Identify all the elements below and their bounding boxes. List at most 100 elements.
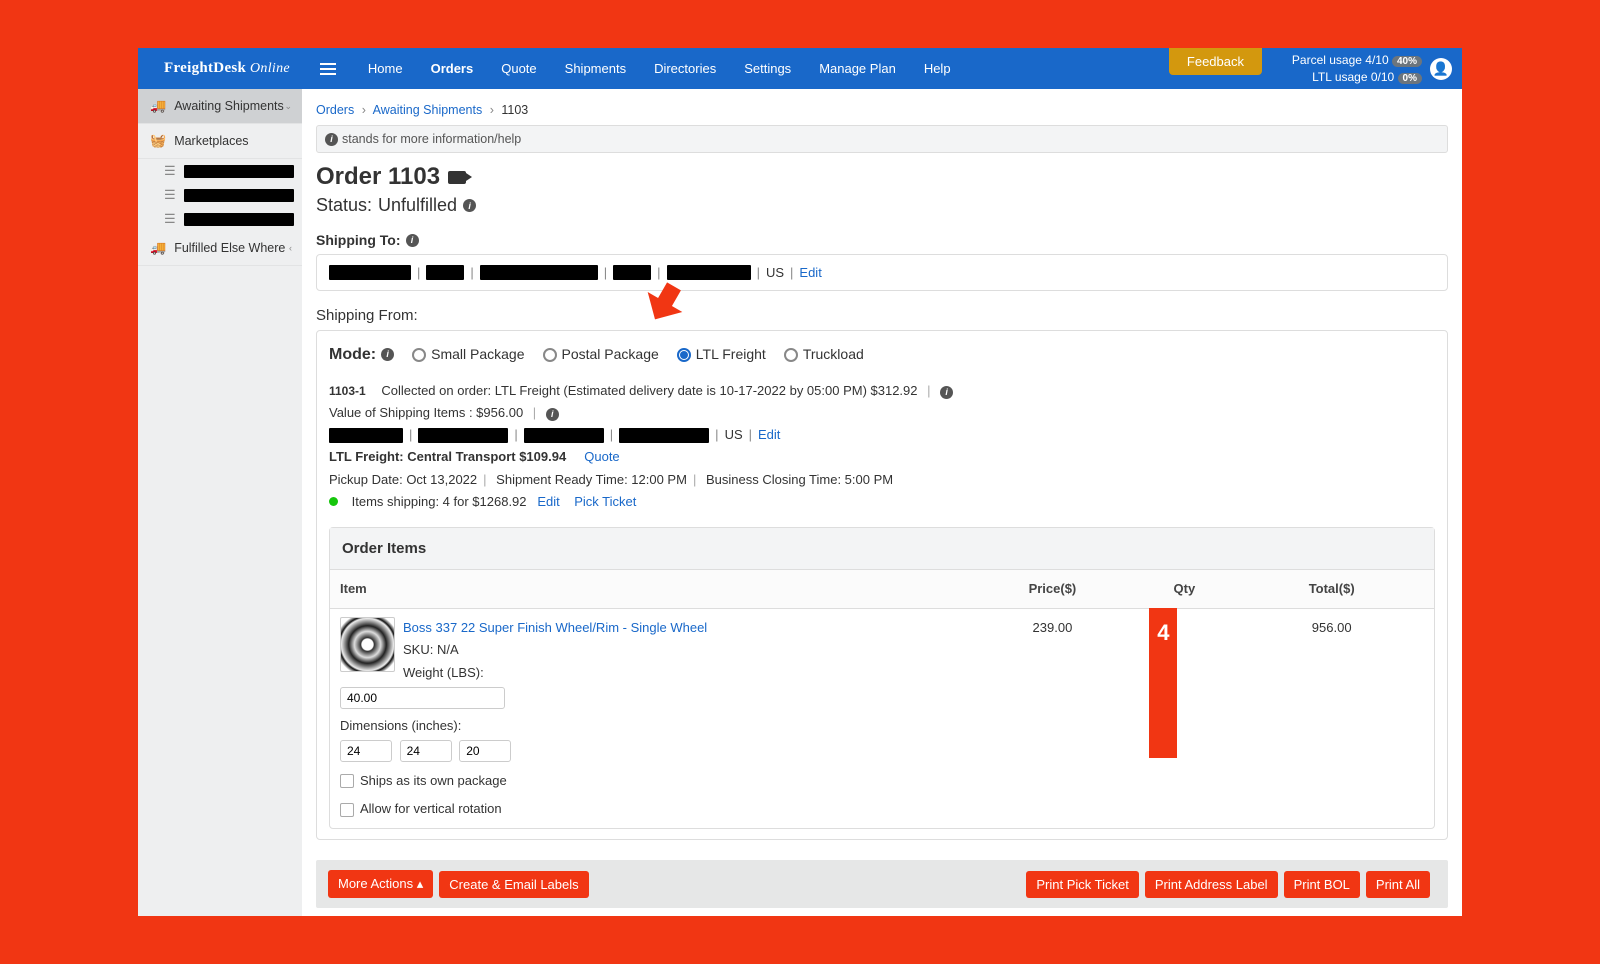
truck-icon: 🚚 <box>150 98 166 114</box>
parcel-usage-pill: 40% <box>1392 56 1422 67</box>
top-nav-bar: FreightDesk Online Home Orders Quote Shi… <box>138 48 1462 89</box>
ship-to-edit-link[interactable]: Edit <box>799 265 821 280</box>
order-items-card: Order Items Item Price($) Qty Total($) B… <box>329 527 1435 829</box>
items-edit-link[interactable]: Edit <box>537 494 559 509</box>
ships-own-checkbox[interactable] <box>340 774 354 788</box>
shipping-to-label: Shipping To: <box>316 232 401 248</box>
basket-icon: 🧺 <box>150 133 166 149</box>
info-icon[interactable]: i <box>463 199 476 212</box>
col-header-total: Total($) <box>1229 570 1434 608</box>
nav-quote[interactable]: Quote <box>487 48 550 89</box>
user-avatar[interactable]: 👤 <box>1430 58 1452 80</box>
ships-own-label: Ships as its own package <box>360 773 507 788</box>
crumb-current: 1103 <box>501 103 528 117</box>
mode-ltl-freight[interactable]: LTL Freight <box>677 343 766 367</box>
more-actions-button[interactable]: More Actions ▴ <box>328 870 433 898</box>
weight-input[interactable] <box>340 687 505 709</box>
dim-length-input[interactable] <box>340 740 392 762</box>
usage-display: Parcel usage 4/10 40% LTL usage 0/10 0% <box>1292 52 1422 86</box>
item-weight-label: Weight (LBS): <box>340 662 955 684</box>
nav-shipments[interactable]: Shipments <box>551 48 640 89</box>
shipping-from-card: Mode: i Small Package Postal Package LTL… <box>316 330 1448 840</box>
parcel-usage-label: Parcel usage 4/10 <box>1292 53 1389 67</box>
mode-label: Mode: <box>329 341 376 368</box>
crumb-orders[interactable]: Orders <box>316 103 354 117</box>
mode-truckload[interactable]: Truckload <box>784 343 864 367</box>
hamburger-icon[interactable] <box>320 63 336 75</box>
print-address-label-button[interactable]: Print Address Label <box>1145 871 1278 898</box>
item-price: 239.00 <box>965 609 1139 647</box>
nav-directories[interactable]: Directories <box>640 48 730 89</box>
dim-height-input[interactable] <box>459 740 511 762</box>
breadcrumb: Orders › Awaiting Shipments › 1103 <box>316 97 1448 123</box>
item-total: 956.00 <box>1229 609 1434 647</box>
sidebar-marketplaces[interactable]: 🧺 Marketplaces <box>138 124 302 159</box>
status-value: Unfulfilled <box>378 195 457 216</box>
quote-link[interactable]: Quote <box>584 449 619 464</box>
nav-home[interactable]: Home <box>354 48 417 89</box>
vertical-rotation-checkbox[interactable] <box>340 803 354 817</box>
chevron-left-icon: ‹ <box>289 243 292 253</box>
subshipment-id: 1103-1 <box>329 381 366 401</box>
print-all-button[interactable]: Print All <box>1366 871 1430 898</box>
info-icon: i <box>325 133 338 146</box>
dim-width-input[interactable] <box>400 740 452 762</box>
info-icon[interactable]: i <box>381 348 394 361</box>
callout-arrow-icon <box>641 278 689 326</box>
status-dot-icon <box>329 497 338 506</box>
brand-logo: FreightDesk Online <box>144 60 310 77</box>
nav-help[interactable]: Help <box>910 48 965 89</box>
ltl-usage-label: LTL usage 0/10 <box>1312 70 1394 84</box>
nav-settings[interactable]: Settings <box>730 48 805 89</box>
item-sku: SKU: N/A <box>340 639 955 661</box>
redacted-text <box>619 428 709 443</box>
redacted-text <box>329 265 411 280</box>
marketplace-item-2[interactable]: ☰ <box>158 183 302 207</box>
info-strip-text: stands for more information/help <box>342 132 521 146</box>
footer-action-bar: More Actions ▴ Create & Email Labels Pri… <box>316 860 1448 908</box>
mode-postal-label: Postal Package <box>562 343 659 367</box>
col-header-item: Item <box>330 570 965 608</box>
sidebar-fulfilled-label: Fulfilled Else Where <box>174 241 285 255</box>
feedback-button[interactable]: Feedback <box>1169 48 1262 75</box>
nav-manage-plan[interactable]: Manage Plan <box>805 48 910 89</box>
redacted-text <box>184 165 294 178</box>
mode-small-package[interactable]: Small Package <box>412 343 524 367</box>
list-icon: ☰ <box>164 211 176 227</box>
mode-postal-package[interactable]: Postal Package <box>543 343 659 367</box>
crumb-sep: › <box>490 103 494 117</box>
sidebar-awaiting-shipments[interactable]: 🚚 Awaiting Shipments ⌄ <box>138 89 302 124</box>
pick-ticket-link[interactable]: Pick Ticket <box>574 494 636 509</box>
freight-quote-text: LTL Freight: Central Transport $109.94 <box>329 449 566 464</box>
sidebar-fulfilled-elsewhere[interactable]: 🚚 Fulfilled Else Where ‹ <box>138 231 302 266</box>
marketplace-item-1[interactable]: ☰ <box>158 159 302 183</box>
mode-truckload-label: Truckload <box>803 343 864 367</box>
collected-text: Collected on order: LTL Freight (Estimat… <box>381 383 917 398</box>
vertical-rotation-label: Allow for vertical rotation <box>360 801 502 816</box>
item-qty-highlight: 4 <box>1149 608 1177 758</box>
print-pick-ticket-button[interactable]: Print Pick Ticket <box>1026 871 1138 898</box>
info-icon[interactable]: i <box>940 386 953 399</box>
info-icon[interactable]: i <box>546 408 559 421</box>
print-bol-button[interactable]: Print BOL <box>1284 871 1360 898</box>
shipping-from-label: Shipping From: <box>316 307 418 324</box>
page-title: Order 1103 <box>316 163 440 191</box>
redacted-text <box>426 265 464 280</box>
create-email-labels-button[interactable]: Create & Email Labels <box>439 871 588 898</box>
col-header-qty: Qty <box>1139 570 1229 608</box>
main-content: Orders › Awaiting Shipments › 1103 i sta… <box>302 89 1462 916</box>
video-icon[interactable] <box>448 171 466 184</box>
nav-orders[interactable]: Orders <box>417 48 488 89</box>
item-name-link[interactable]: Boss 337 22 Super Finish Wheel/Rim - Sin… <box>340 617 955 639</box>
redacted-text <box>329 428 403 443</box>
ship-from-edit-link[interactable]: Edit <box>758 424 780 446</box>
redacted-text <box>480 265 598 280</box>
ship-from-country: US <box>725 424 743 446</box>
brand-suffix: Online <box>246 61 290 76</box>
order-items-header: Order Items <box>330 528 1434 571</box>
marketplace-item-3[interactable]: ☰ <box>158 207 302 231</box>
info-icon[interactable]: i <box>406 234 419 247</box>
status-label: Status: <box>316 195 372 216</box>
crumb-awaiting[interactable]: Awaiting Shipments <box>373 103 483 117</box>
sidebar: 🚚 Awaiting Shipments ⌄ 🧺 Marketplaces ☰ … <box>138 89 302 916</box>
